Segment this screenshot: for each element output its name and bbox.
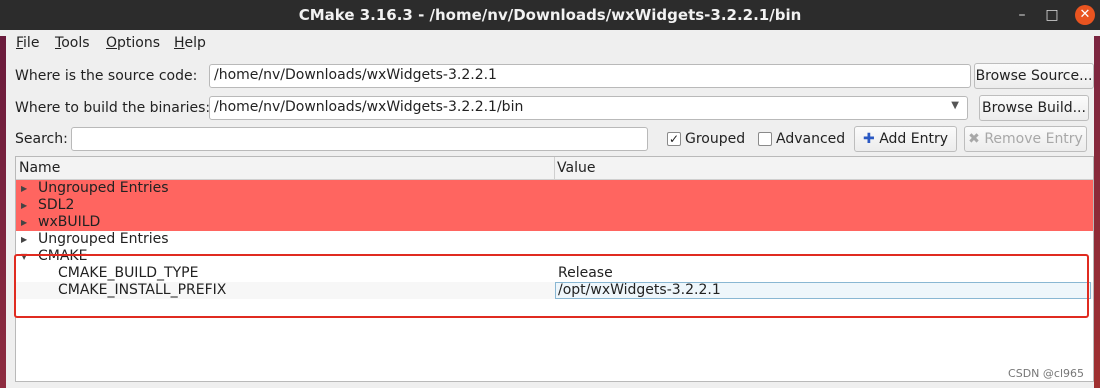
dropdown-arrow-icon[interactable]: ▼ xyxy=(951,100,959,111)
title-bar[interactable]: CMake 3.16.3 - /home/nv/Downloads/wxWidg… xyxy=(0,0,1100,30)
expand-arrow-icon[interactable]: ▶ xyxy=(21,180,27,197)
group-name: wxBUILD xyxy=(38,214,101,230)
browse-build-button[interactable]: Browse Build... xyxy=(979,95,1089,121)
menu-options[interactable]: Options xyxy=(106,35,160,51)
grouped-checkbox[interactable]: ✓ xyxy=(667,132,681,146)
advanced-label: Advanced xyxy=(776,131,846,147)
remove-entry-label: Remove Entry xyxy=(984,131,1083,147)
table-row-group[interactable]: ▶ Ungrouped Entries xyxy=(16,231,1093,248)
build-label: Where to build the binaries: xyxy=(15,100,211,116)
expand-arrow-icon[interactable]: ▶ xyxy=(21,197,27,214)
table-header: Name Value xyxy=(16,157,1093,180)
search-input[interactable] xyxy=(71,127,648,151)
browse-source-button[interactable]: Browse Source... xyxy=(974,63,1094,89)
column-header-name[interactable]: Name xyxy=(19,160,60,176)
group-name: Ungrouped Entries xyxy=(38,180,169,196)
cmake-window: CMake 3.16.3 - /home/nv/Downloads/wxWidg… xyxy=(0,0,1100,388)
build-path-combo[interactable]: /home/nv/Downloads/wxWidgets-3.2.2.1/bin… xyxy=(209,96,968,120)
advanced-checkbox[interactable] xyxy=(758,132,772,146)
group-name: SDL2 xyxy=(38,197,75,213)
expand-arrow-icon[interactable]: ▶ xyxy=(21,231,27,248)
table-row-group[interactable]: ▶ SDL2 xyxy=(16,197,1093,214)
source-path-input[interactable]: /home/nv/Downloads/wxWidgets-3.2.2.1 xyxy=(209,64,971,88)
desktop-background-right xyxy=(1094,36,1100,388)
remove-entry-button[interactable]: ✖ Remove Entry xyxy=(964,126,1087,152)
watermark: CSDN @cl965 xyxy=(1008,367,1084,380)
column-header-value[interactable]: Value xyxy=(557,160,595,176)
window-title: CMake 3.16.3 - /home/nv/Downloads/wxWidg… xyxy=(298,6,802,24)
source-label: Where is the source code: xyxy=(15,68,198,84)
expand-arrow-icon[interactable]: ▶ xyxy=(21,214,27,231)
table-row-group[interactable]: ▶ Ungrouped Entries xyxy=(16,180,1093,197)
maximize-icon[interactable]: □ xyxy=(1042,5,1062,25)
table-row-group[interactable]: ▶ wxBUILD xyxy=(16,214,1093,231)
remove-icon: ✖ xyxy=(968,131,980,147)
menu-tools[interactable]: Tools xyxy=(55,35,90,51)
annotation-box xyxy=(14,254,1089,318)
search-label: Search: xyxy=(15,131,68,147)
menu-bar: File Tools Options Help xyxy=(6,30,1094,56)
add-entry-button[interactable]: ✚ Add Entry xyxy=(854,126,957,152)
close-icon[interactable]: ✕ xyxy=(1075,5,1095,25)
grouped-label: Grouped xyxy=(685,131,746,147)
minimize-icon[interactable]: – xyxy=(1012,5,1032,25)
plus-icon: ✚ xyxy=(863,131,875,147)
add-entry-label: Add Entry xyxy=(879,131,948,147)
column-divider[interactable] xyxy=(554,157,555,179)
build-path-value: /home/nv/Downloads/wxWidgets-3.2.2.1/bin xyxy=(214,99,524,115)
menu-file[interactable]: File xyxy=(16,35,39,51)
menu-help[interactable]: Help xyxy=(174,35,206,51)
group-name: Ungrouped Entries xyxy=(38,231,169,247)
